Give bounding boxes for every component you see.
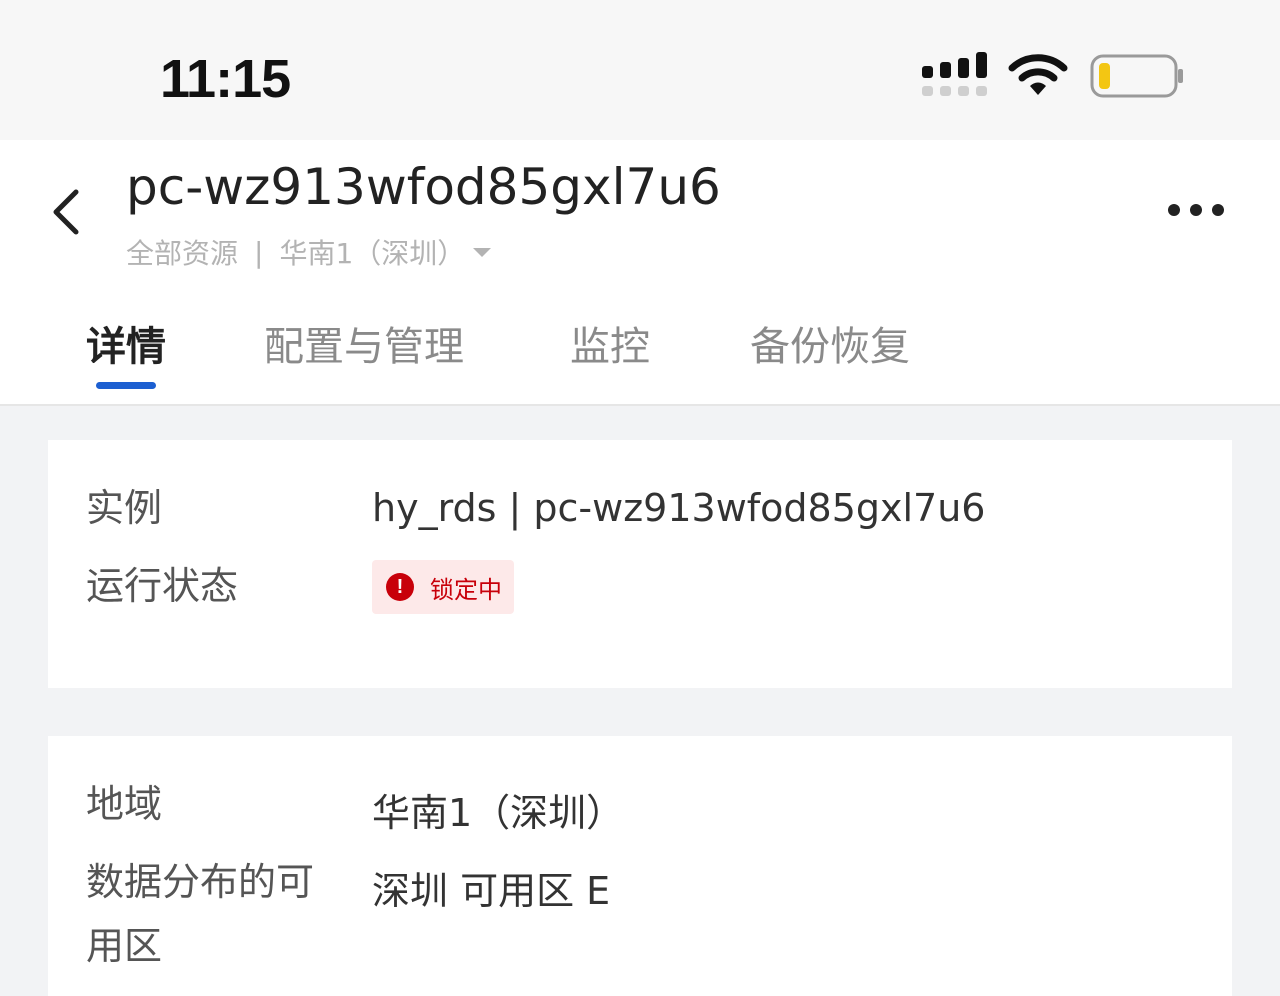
chevron-left-icon [53,189,79,235]
battery-low-icon [1090,54,1183,98]
breadcrumb-separator: | [254,235,264,269]
region-value: 华南1（深圳） [372,791,625,835]
zone-value: 深圳 可用区 E [372,869,611,913]
more-button[interactable] [1168,196,1224,224]
status-time: 11:15 [160,49,291,109]
page-header: pc-wz913wfod85gxl7u6 全部资源 | 华南1（深圳） 详情 配… [0,140,1280,406]
region-selector[interactable]: 华南1（深圳） [279,232,465,272]
status-bar: 11:15 [0,0,1280,140]
tab-monitoring[interactable]: 监控 [570,314,650,372]
breadcrumb-root[interactable]: 全部资源 [126,232,238,272]
zone-label: 数据分布的可用区 [86,860,315,968]
status-badge: ! 锁定中 [372,560,514,614]
wifi-icon [1008,54,1068,95]
status-badge-text: 锁定中 [430,575,502,604]
tab-config-management[interactable]: 配置与管理 [264,314,464,372]
tab-details[interactable]: 详情 [86,314,166,372]
alert-circle-icon: ! [386,573,414,601]
instance-label: 实例 [86,486,163,530]
tab-backup-restore[interactable]: 备份恢复 [750,314,910,372]
instance-value: hy_rds | pc-wz913wfod85gxl7u6 [372,486,986,530]
breadcrumb[interactable]: 全部资源 | 华南1（深圳） [126,232,492,272]
instance-card: 实例 hy_rds | pc-wz913wfod85gxl7u6 运行状态 ! … [48,440,1232,688]
active-tab-indicator [96,382,156,389]
region-card: 地域 华南1（深圳） 数据分布的可用区 深圳 可用区 E [48,736,1232,996]
tab-bar: 详情 配置与管理 监控 备份恢复 [0,310,1280,404]
region-label: 地域 [86,782,163,826]
cellular-signal-icon [922,52,987,96]
page-title: pc-wz913wfod85gxl7u6 [126,158,721,216]
more-horizontal-icon [1168,204,1180,216]
back-button[interactable] [40,184,90,240]
caret-down-icon[interactable] [473,247,492,257]
status-label: 运行状态 [86,564,239,608]
